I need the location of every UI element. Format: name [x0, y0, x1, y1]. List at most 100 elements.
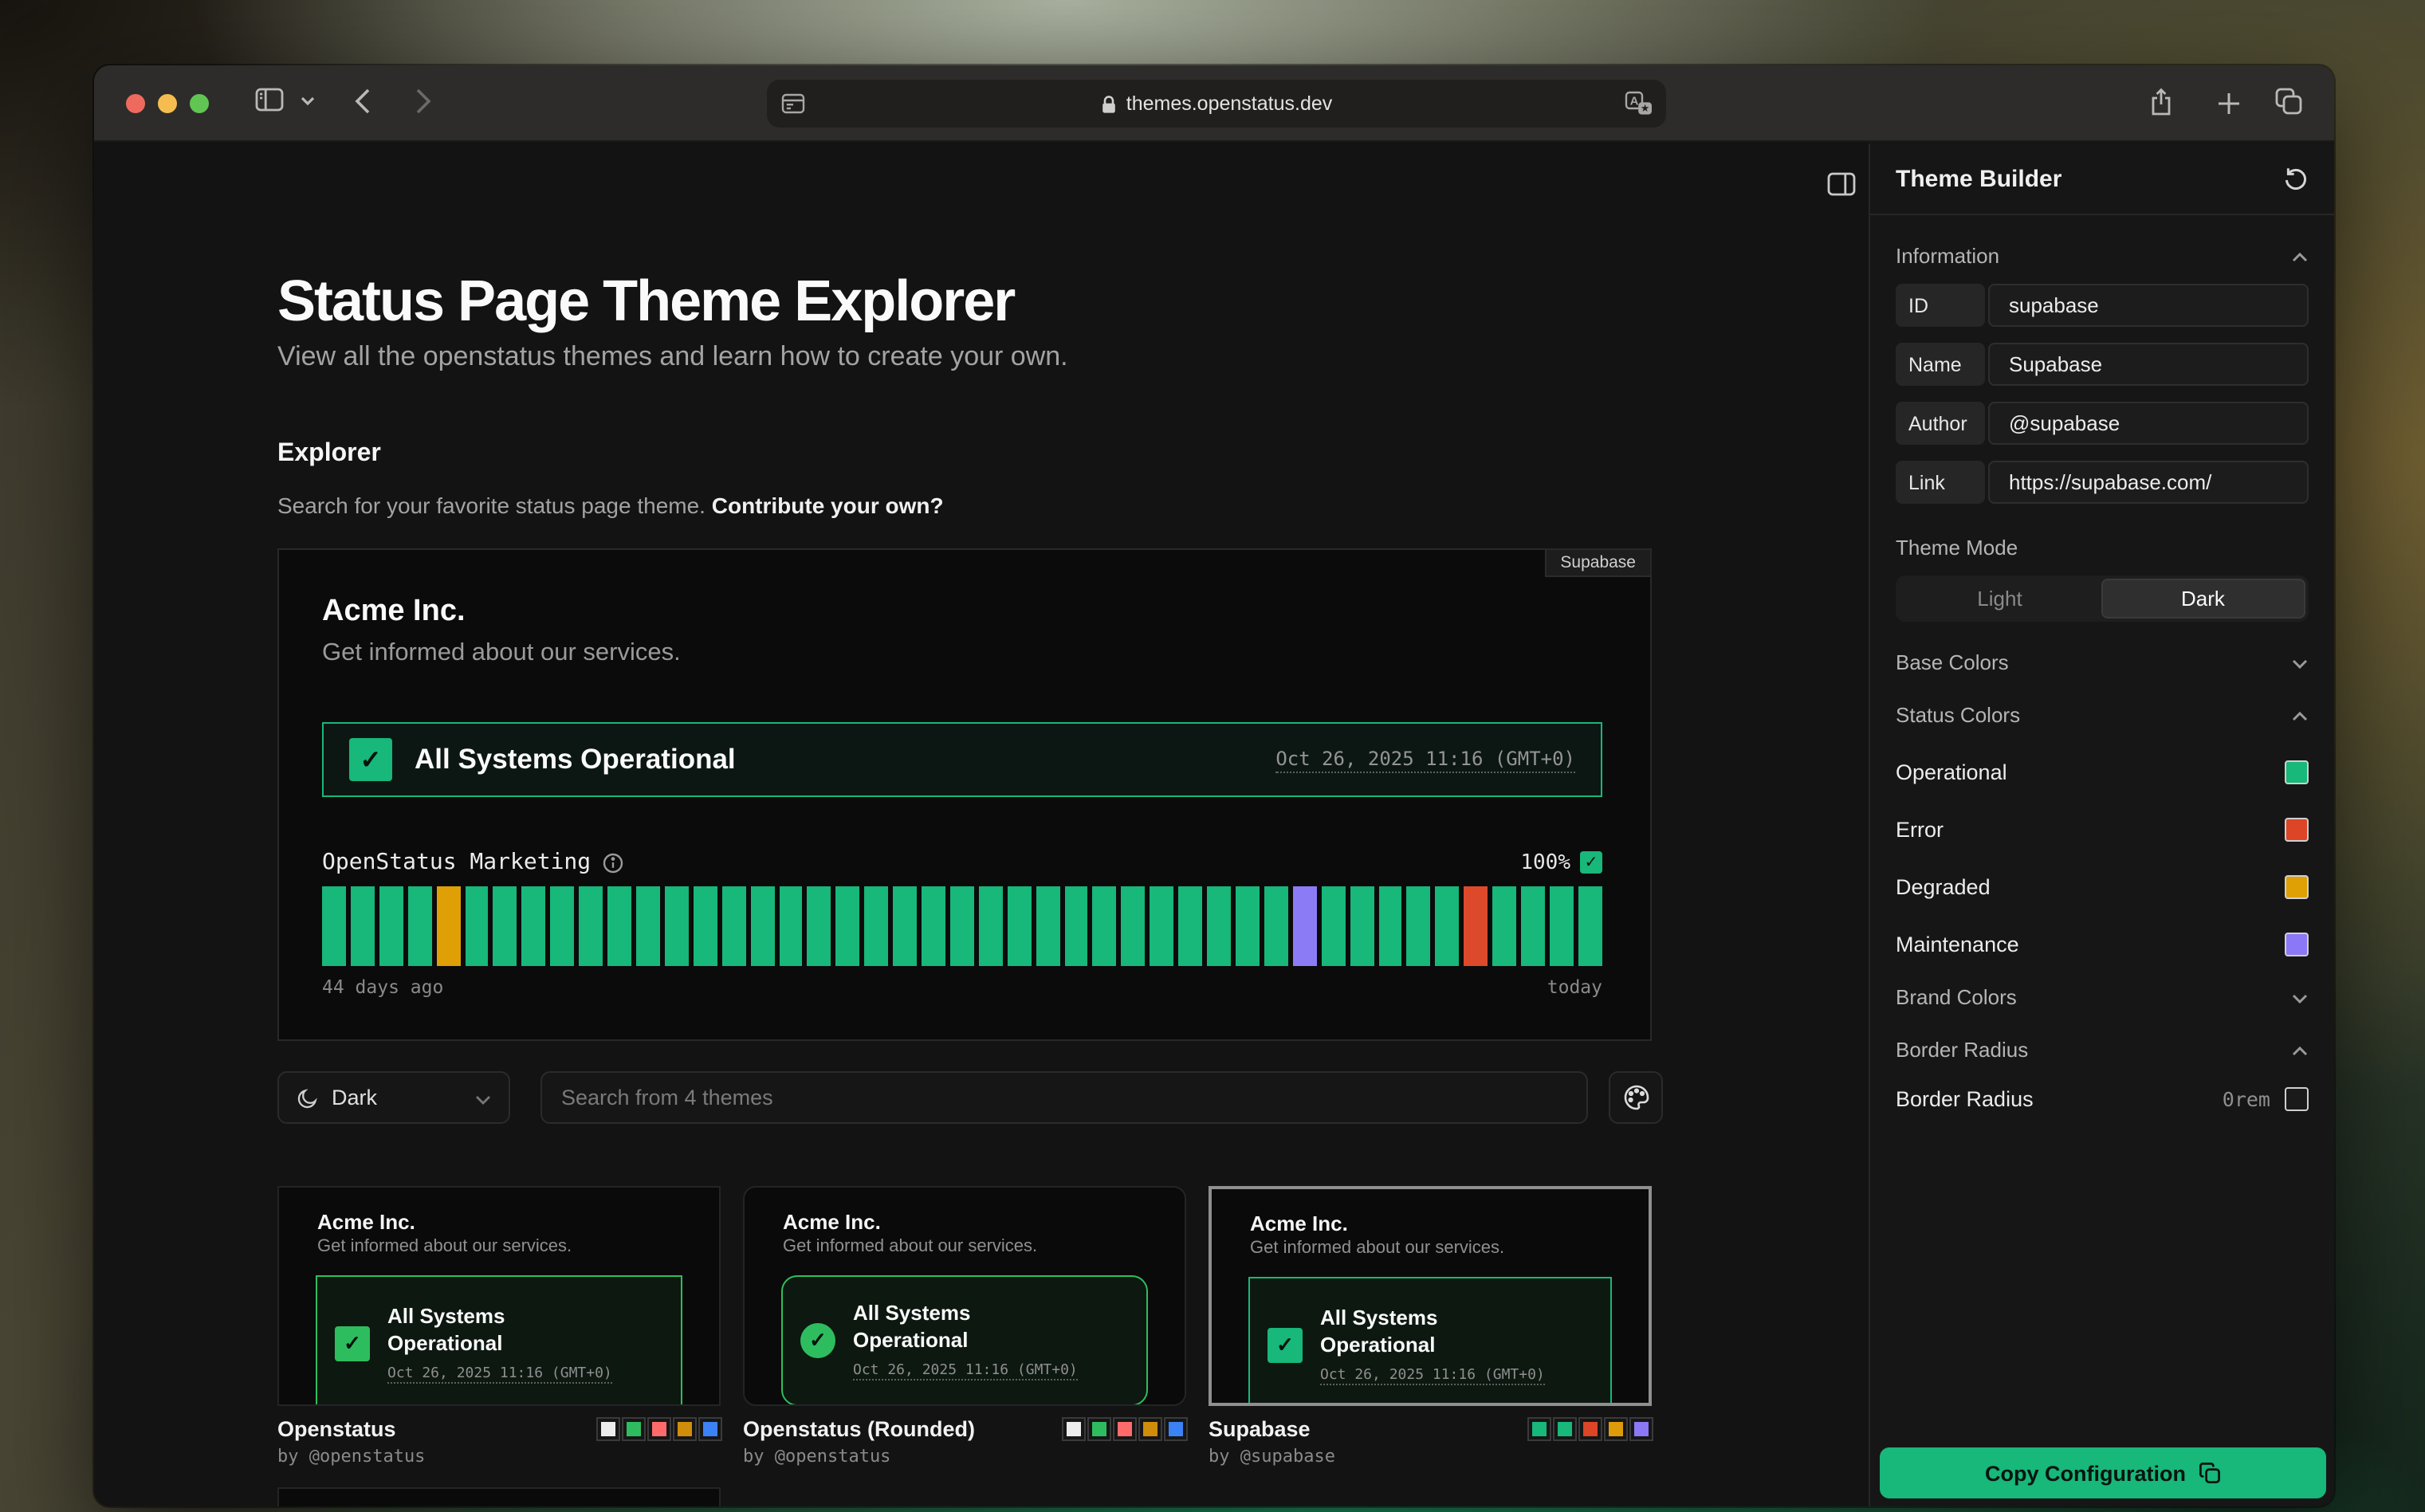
mode-dark-button[interactable]: Dark	[2101, 579, 2305, 619]
link-field[interactable]: https://supabase.com/	[1988, 461, 2309, 504]
tracker-bar-operational[interactable]	[493, 886, 517, 966]
tracker-bar-operational[interactable]	[836, 886, 860, 966]
border-radius-picker[interactable]	[2285, 1087, 2309, 1111]
tracker-bar-operational[interactable]	[1207, 886, 1231, 966]
forward-button[interactable]	[415, 88, 432, 115]
tracker-bar-operational[interactable]	[607, 886, 631, 966]
tracker-bar-maintenance[interactable]	[1293, 886, 1317, 966]
tracker-bar-operational[interactable]	[694, 886, 717, 966]
palette-icon	[1622, 1084, 1649, 1111]
tracker-bar-operational[interactable]	[922, 886, 945, 966]
mini-check-icon: ✓	[1268, 1328, 1303, 1363]
tracker-bar-operational[interactable]	[551, 886, 575, 966]
new-tab-icon[interactable]	[2216, 91, 2242, 116]
section-status-colors[interactable]: Status Colors	[1896, 703, 2309, 727]
operational-color-picker[interactable]	[2285, 760, 2309, 784]
tracker-bar-operational[interactable]	[1321, 886, 1345, 966]
mode-light-button[interactable]: Light	[1899, 579, 2101, 619]
tracker-bar-operational[interactable]	[808, 886, 831, 966]
zoom-window-button[interactable]	[190, 94, 209, 113]
tracker-bar-operational[interactable]	[1264, 886, 1288, 966]
uptime-check-icon[interactable]: ✓	[1580, 851, 1602, 874]
close-window-button[interactable]	[126, 94, 145, 113]
theme-card[interactable]: Acme Inc. Get informed about our service…	[743, 1186, 1186, 1406]
author-field[interactable]: @supabase	[1988, 402, 2309, 445]
tracker-bar-operational[interactable]	[979, 886, 1003, 966]
tracker-bar-operational[interactable]	[1093, 886, 1117, 966]
tracker-bar-operational[interactable]	[1378, 886, 1402, 966]
theme-name[interactable]: Openstatus (Rounded)	[743, 1417, 975, 1441]
tracker-bar-operational[interactable]	[1178, 886, 1202, 966]
section-information[interactable]: Information	[1896, 244, 2309, 268]
tracker-bar-operational[interactable]	[893, 886, 917, 966]
back-button[interactable]	[354, 88, 371, 115]
tracker-bar-degraded[interactable]	[436, 886, 460, 966]
mini-check-icon: ✓	[800, 1323, 835, 1358]
section-information-label: Information	[1896, 244, 1999, 268]
tracker-bar-operational[interactable]	[665, 886, 689, 966]
degraded-color-picker[interactable]	[2285, 875, 2309, 899]
tracker-bar-operational[interactable]	[465, 886, 489, 966]
tracker-bar-operational[interactable]	[1407, 886, 1431, 966]
theme-card[interactable]: Acme Inc. Get informed about our service…	[277, 1186, 721, 1406]
section-base-colors[interactable]: Base Colors	[1896, 650, 2309, 674]
tracker-bar-operational[interactable]	[1550, 886, 1574, 966]
palette-button[interactable]	[1609, 1071, 1663, 1124]
tracker-bar-operational[interactable]	[322, 886, 346, 966]
panel-right-toggle-icon[interactable]	[1827, 172, 1856, 204]
status-banner: ✓ All Systems Operational Oct 26, 2025 1…	[322, 722, 1602, 797]
sidebar-toggle-icon[interactable]	[255, 88, 284, 112]
tracker-bar-operational[interactable]	[1492, 886, 1516, 966]
share-icon[interactable]	[2149, 88, 2173, 116]
tracker-bar-operational[interactable]	[1521, 886, 1545, 966]
tracker-bar-operational[interactable]	[864, 886, 888, 966]
tracker-bar-operational[interactable]	[407, 886, 431, 966]
contribute-link[interactable]: Contribute your own?	[712, 493, 944, 518]
tracker-bar-operational[interactable]	[1122, 886, 1146, 966]
tracker-bar-operational[interactable]	[1008, 886, 1032, 966]
address-bar[interactable]: themes.openstatus.dev A ★	[767, 80, 1666, 128]
section-brand-colors[interactable]: Brand Colors	[1896, 985, 2309, 1009]
theme-card-partial[interactable]: Acme Inc. Get informed about our service…	[277, 1487, 721, 1506]
tracker-bar-operational[interactable]	[779, 886, 803, 966]
tracker-bar-operational[interactable]	[721, 886, 745, 966]
search-input[interactable]	[540, 1071, 1588, 1124]
tracker-bar-operational[interactable]	[1064, 886, 1088, 966]
copy-configuration-button[interactable]: Copy Configuration	[1880, 1447, 2326, 1498]
theme-card[interactable]: Acme Inc. Get informed about our service…	[1209, 1186, 1652, 1406]
mini-tagline: Get informed about our services.	[317, 1237, 681, 1256]
sidebar-menu-chevron-icon[interactable]	[300, 96, 316, 107]
theme-name[interactable]: Openstatus	[277, 1417, 396, 1441]
tracker-bar-operational[interactable]	[636, 886, 660, 966]
translate-icon[interactable]: A ★	[1625, 91, 1653, 124]
tracker-bar-operational[interactable]	[522, 886, 546, 966]
tracker-bar-error[interactable]	[1464, 886, 1488, 966]
tracker-bar-operational[interactable]	[1150, 886, 1174, 966]
theme-color-swatch	[674, 1419, 695, 1439]
tracker-bar-operational[interactable]	[750, 886, 774, 966]
reset-theme-icon[interactable]	[2283, 166, 2309, 191]
section-border-radius[interactable]: Border Radius	[1896, 1038, 2309, 1062]
name-field[interactable]: Supabase	[1988, 343, 2309, 386]
id-field[interactable]: supabase	[1988, 284, 2309, 327]
error-color-picker[interactable]	[2285, 818, 2309, 842]
tracker-bar-operational[interactable]	[1578, 886, 1602, 966]
tracker-bar-operational[interactable]	[379, 886, 403, 966]
browser-window: themes.openstatus.dev A ★	[94, 65, 2334, 1506]
tracker-bar-operational[interactable]	[1350, 886, 1374, 966]
maintenance-color-picker[interactable]	[2285, 933, 2309, 956]
tab-overview-icon[interactable]	[2275, 88, 2302, 115]
info-icon[interactable]	[602, 852, 623, 873]
tracker-bar-operational[interactable]	[950, 886, 974, 966]
theme-name[interactable]: Supabase	[1209, 1417, 1311, 1441]
tracker-bar-operational[interactable]	[579, 886, 603, 966]
tracker-bar-operational[interactable]	[351, 886, 375, 966]
tracker-bar-operational[interactable]	[1236, 886, 1260, 966]
tracker-bar-operational[interactable]	[1436, 886, 1460, 966]
reader-view-icon[interactable]	[781, 92, 805, 123]
status-timestamp[interactable]: Oct 26, 2025 11:16 (GMT+0)	[1275, 747, 1575, 772]
theme-mode-select[interactable]: Dark	[277, 1071, 510, 1124]
minimize-window-button[interactable]	[158, 94, 177, 113]
border-radius-label: Border Radius	[1896, 1087, 2034, 1111]
tracker-bar-operational[interactable]	[1036, 886, 1059, 966]
